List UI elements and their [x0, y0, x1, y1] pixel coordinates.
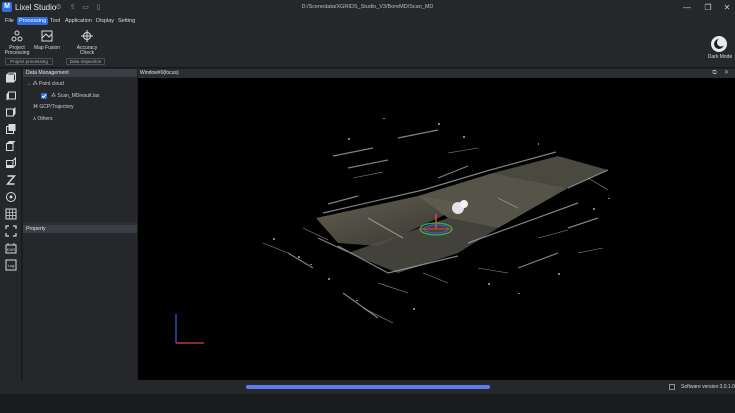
others-icon: ⅄ — [33, 116, 37, 122]
data-management-panel: Data Management ⌄ ⁂ Point cloud ⁂ Scan_M… — [23, 69, 137, 380]
cube-bottom-icon[interactable] — [5, 157, 17, 169]
minimize-button[interactable]: — — [681, 2, 693, 13]
project-processing-button[interactable]: Project Processing — [4, 30, 30, 57]
window-title-path: D:/Scenedata/XGRIDS_Studio_V3/BoreMD/Sca… — [301, 4, 434, 10]
log-label: Log — [8, 263, 15, 268]
map-fusion-button[interactable]: Map Fusion — [33, 30, 61, 51]
map-fusion-icon — [41, 30, 53, 42]
ear-icon[interactable]: EAR — [5, 242, 17, 254]
cube-top-icon[interactable] — [5, 140, 17, 152]
cube-back-icon[interactable] — [5, 123, 17, 135]
chevron-down-icon[interactable]: ⌄ — [27, 81, 31, 87]
menu-setting[interactable]: Setting — [116, 17, 137, 25]
point-cloud-render[interactable] — [138, 78, 735, 380]
property-title: Property — [23, 225, 137, 233]
menu-processing[interactable]: Processing — [17, 17, 49, 25]
data-management-title: Data Management — [23, 69, 137, 77]
viewport-title: Window#0(focus) — [140, 70, 179, 76]
point-icon[interactable] — [5, 191, 17, 203]
accuracy-check-label-2: Check — [79, 50, 95, 56]
accuracy-check-icon — [81, 30, 93, 42]
status-bar: Software version:3.0.1.0 — [0, 380, 735, 394]
ear-label: EAR — [7, 247, 15, 252]
viewport-header: Window#0(focus) — [138, 69, 735, 78]
project-processing-icon — [11, 30, 23, 42]
progress-bar — [246, 385, 490, 389]
file-icon: ⁂ — [51, 93, 56, 99]
tree-point-cloud[interactable]: ⌄ ⁂ Point cloud — [27, 81, 64, 87]
z-axis-icon[interactable] — [5, 174, 17, 186]
trajectory-icon: ⌘ — [33, 104, 38, 110]
log-icon[interactable]: Log — [5, 259, 17, 271]
close-button[interactable]: ✕ — [721, 2, 733, 13]
status-indicator-icon[interactable] — [669, 384, 675, 390]
progress-fill — [246, 385, 490, 389]
cube-right-icon[interactable] — [5, 106, 17, 118]
ribbon-toolbar: Project Processing Map Fusion Accuracy C… — [0, 27, 735, 68]
menu-application[interactable]: Application — [63, 17, 94, 25]
menu-bar: File Processing Tool Application Display… — [0, 15, 735, 27]
popout-icon[interactable]: ⧉ — [711, 70, 718, 77]
project-processing-label-2: Processing — [4, 50, 30, 56]
maximize-button[interactable]: ❐ — [702, 2, 714, 13]
bottom-strip — [0, 394, 735, 413]
dark-mode-label[interactable]: Dark Mode — [706, 54, 734, 60]
cube-front-icon[interactable] — [5, 72, 17, 84]
tree-scan-file[interactable]: ⁂ Scan_MDresult.las — [51, 93, 99, 99]
tree-gcp-trajectory[interactable]: ⌘ GCP/Trajectory — [33, 104, 74, 110]
tree-others[interactable]: ⅄ Others — [33, 116, 52, 122]
tree-scan-file-label: Scan_MDresult.las — [57, 93, 100, 99]
accuracy-check-button[interactable]: Accuracy Check — [73, 30, 101, 57]
cube-left-icon[interactable] — [5, 89, 17, 101]
point-cloud-icon: ⁂ — [32, 81, 38, 87]
menu-file[interactable]: File — [3, 17, 16, 25]
software-version: Software version:3.0.1.0 — [681, 384, 735, 390]
title-bar: M Lixel Studio ⚙ ⇪ ▭ ▯ D:/Scenedata/XGRI… — [0, 0, 735, 15]
fullscreen-icon[interactable] — [5, 225, 17, 237]
menu-display[interactable]: Display — [94, 17, 116, 25]
menu-tool[interactable]: Tool — [48, 17, 62, 25]
point-cloud-viewport[interactable]: Window#0(focus) ⧉ ✕ — [138, 69, 735, 380]
dark-mode-icon[interactable] — [711, 36, 727, 52]
group-data-inspection: Data inspection — [66, 58, 105, 65]
tree-gcp-label: GCP/Trajectory — [39, 104, 74, 110]
grid-icon[interactable] — [5, 208, 17, 220]
scan-file-checkbox[interactable] — [41, 93, 47, 99]
check-icon — [41, 94, 47, 99]
viewport-close-icon[interactable]: ✕ — [723, 70, 730, 77]
tree-others-label: Others — [37, 116, 53, 122]
dark-mode-glyph — [714, 38, 725, 49]
tree-point-cloud-label: Point cloud — [38, 81, 64, 87]
view-toolbar: EAR Log — [0, 69, 22, 380]
group-project-processing: Project processing — [5, 58, 53, 65]
map-fusion-label: Map Fusion — [33, 44, 61, 51]
